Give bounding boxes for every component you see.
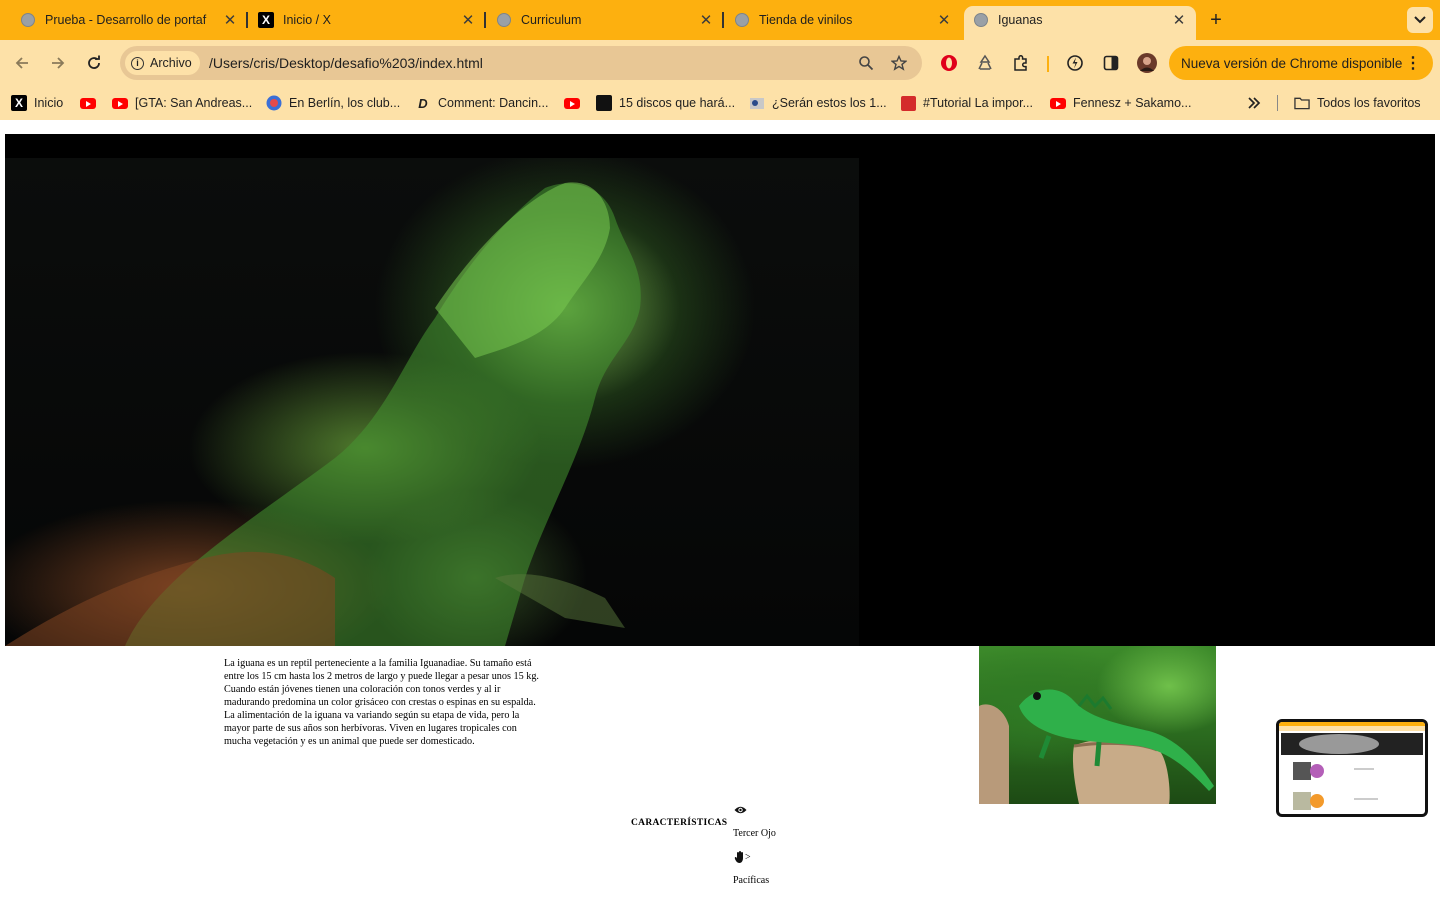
youtube-icon [564, 95, 580, 111]
new-tab-button[interactable]: + [1205, 9, 1227, 31]
iguana-photo [979, 646, 1216, 804]
tab-iguanas[interactable]: Iguanas ✕ [964, 6, 1196, 40]
side-panel-icon[interactable] [1101, 53, 1121, 73]
tab-title: Iguanas [998, 13, 1043, 27]
pip-page-thumbnail [1279, 722, 1425, 814]
hero-banner [5, 134, 1435, 646]
tab-strip: Prueba - Desarrollo de portaf ✕ X Inicio… [0, 0, 1440, 40]
profile-avatar[interactable] [1137, 53, 1157, 73]
x-logo-icon: X [11, 95, 27, 111]
recycle-extension-icon[interactable] [975, 53, 995, 73]
tab-inicio-x[interactable]: X Inicio / X ✕ [258, 6, 476, 34]
tab-title: Prueba - Desarrollo de portaf [45, 13, 207, 27]
bookmark-label: [GTA: San Andreas... [135, 96, 253, 110]
feature-label: Pacíficas [733, 875, 770, 886]
site-icon [900, 95, 916, 111]
puzzle-extensions-icon[interactable] [1011, 53, 1031, 73]
tab-separator [722, 12, 724, 28]
site-info-label: Archivo [150, 56, 192, 70]
forward-button[interactable] [47, 52, 69, 74]
reload-button[interactable] [83, 52, 105, 74]
tab-title: Tienda de vinilos [759, 13, 853, 27]
tab-search-button[interactable] [1407, 7, 1433, 33]
star-icon[interactable] [890, 54, 908, 72]
tab-curriculum[interactable]: Curriculum ✕ [496, 6, 714, 34]
x-logo-icon: X [258, 12, 274, 28]
bookmark-tutorial[interactable]: #Tutorial La impor... [900, 95, 1033, 111]
close-icon[interactable]: ✕ [698, 12, 714, 29]
bookmark-label: #Tutorial La impor... [923, 96, 1034, 110]
eye-icon [733, 803, 747, 817]
bookmarks-divider [1277, 95, 1278, 111]
pip-tab-preview[interactable] [1276, 719, 1428, 817]
bookmark-label: Inicio [34, 96, 64, 110]
site-info-chip[interactable]: i Archivo [125, 51, 200, 75]
feature-label: Tercer Ojo [733, 828, 776, 839]
performance-icon[interactable] [1065, 53, 1085, 73]
bookmark-youtube[interactable] [80, 95, 103, 111]
close-icon[interactable]: ✕ [222, 12, 238, 29]
tab-title: Inicio / X [283, 13, 331, 27]
info-icon: i [131, 56, 144, 70]
bookmark-15-discos[interactable]: 15 discos que hará... [596, 95, 735, 111]
bookmark-youtube-2[interactable] [564, 95, 587, 111]
url-text[interactable]: /Users/cris/Desktop/desafio%203/index.ht… [209, 55, 483, 71]
bookmark-fennesz[interactable]: Fennesz + Sakamo... [1050, 95, 1191, 111]
feature-icon-suffix: > [745, 852, 751, 863]
globe-icon [734, 12, 750, 28]
arrow-left-icon [15, 57, 28, 69]
globe-icon [20, 12, 36, 28]
bookmark-label: Fennesz + Sakamo... [1073, 96, 1192, 110]
arrow-right-icon [52, 57, 65, 69]
bookmark-berlin[interactable]: En Berlín, los club... [266, 95, 400, 111]
toolbar: i Archivo /Users/cris/Desktop/desafio%20… [0, 40, 1440, 86]
close-icon[interactable]: ✕ [936, 12, 952, 29]
bookmark-comment[interactable]: D Comment: Dancin... [415, 95, 548, 111]
bookmark-label: Comment: Dancin... [438, 96, 549, 110]
more-vertical-icon[interactable]: ⋮ [1405, 53, 1421, 73]
globe-icon [496, 12, 512, 28]
youtube-icon [80, 95, 96, 111]
site-icon [596, 95, 612, 111]
bookmarks-overflow-button[interactable] [1246, 95, 1269, 111]
bookmark-label: Todos los favoritos [1317, 96, 1421, 110]
iguana-description: La iguana es un reptil perteneciente a l… [224, 658, 539, 747]
bookmark-label: ¿Serán estos los 1... [772, 96, 887, 110]
tab-tienda-vinilos[interactable]: Tienda de vinilos ✕ [734, 6, 952, 34]
tab-title: Curriculum [521, 13, 582, 27]
address-bar[interactable]: i Archivo /Users/cris/Desktop/desafio%20… [120, 46, 922, 80]
site-icon [749, 95, 765, 111]
youtube-icon [1050, 95, 1066, 111]
tab-prueba[interactable]: Prueba - Desarrollo de portaf ✕ [20, 6, 238, 34]
zoom-icon[interactable] [857, 54, 875, 72]
features-heading: CARACTERÍSTICAS [631, 818, 728, 828]
back-button[interactable] [11, 52, 33, 74]
folder-icon [1294, 95, 1310, 111]
site-icon [266, 95, 282, 111]
bookmark-gta[interactable]: [GTA: San Andreas... [112, 95, 252, 111]
all-bookmarks-folder[interactable]: Todos los favoritos [1294, 95, 1421, 111]
update-button-label: Nueva versión de Chrome disponible [1181, 55, 1403, 71]
bookmarks-bar: X Inicio [GTA: San Andreas... En Berlín,… [0, 86, 1440, 120]
chrome-update-button[interactable]: Nueva versión de Chrome disponible ⋮ [1169, 46, 1433, 80]
bookmark-label: 15 discos que hará... [619, 96, 736, 110]
globe-icon [973, 12, 989, 28]
reload-icon [88, 55, 100, 69]
double-chevron-right-icon [1246, 95, 1262, 111]
bookmark-seran-estos[interactable]: ¿Serán estos los 1... [749, 95, 887, 111]
tab-separator [246, 12, 248, 28]
chevron-down-icon [1414, 16, 1426, 24]
youtube-icon [112, 95, 128, 111]
opera-extension-icon[interactable] [939, 53, 959, 73]
toolbar-divider [1047, 56, 1049, 72]
bookmark-label: En Berlín, los club... [289, 96, 401, 110]
d-logo-icon: D [418, 95, 428, 111]
tab-separator [484, 12, 486, 28]
close-icon[interactable]: ✕ [1171, 12, 1187, 29]
close-icon[interactable]: ✕ [460, 12, 476, 29]
bookmark-inicio[interactable]: X Inicio [11, 95, 63, 111]
bearded-dragon-photo [5, 158, 859, 646]
